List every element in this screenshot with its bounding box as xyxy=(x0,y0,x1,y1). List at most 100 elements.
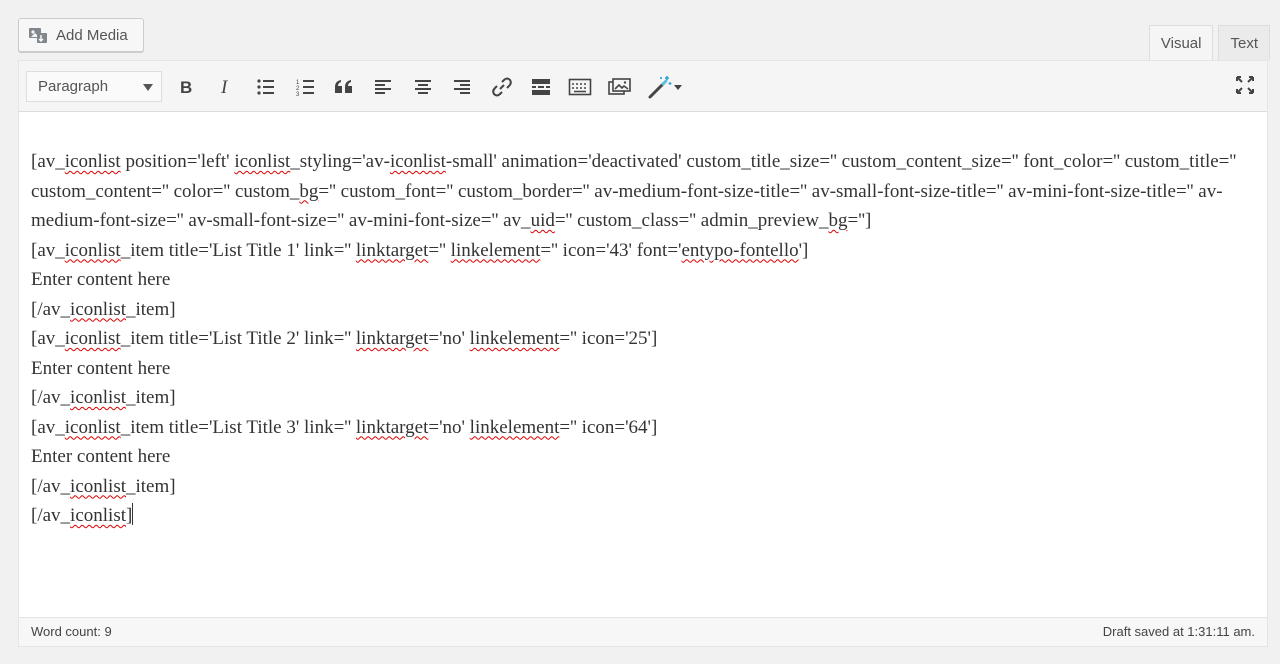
content-text: position='left' xyxy=(120,151,235,172)
content-line: [av_iconlist_item title='List Title 3' l… xyxy=(31,413,1253,443)
spellcheck-word: iconlist xyxy=(70,505,126,526)
content-text: [av_ xyxy=(31,239,65,261)
bulleted-list-button[interactable] xyxy=(252,73,280,101)
spellcheck-word: iconlist xyxy=(70,298,126,320)
text-cursor xyxy=(132,503,134,525)
align-right-icon xyxy=(452,77,472,97)
content-text: _item title='List Title 2' link='' xyxy=(120,328,356,349)
numbered-list-icon: 1 2 3 xyxy=(296,77,316,97)
tab-text[interactable]: Text xyxy=(1218,25,1270,60)
blockquote-icon xyxy=(333,77,355,97)
content-text: _item] xyxy=(126,298,176,320)
content-text: [av_ xyxy=(31,416,65,438)
content-text: ='no' xyxy=(428,416,470,438)
toolbar-toggle-icon xyxy=(568,77,592,97)
chevron-down-icon xyxy=(143,84,153,91)
read-more-button[interactable] xyxy=(527,73,555,101)
draft-saved-status: Draft saved at 1:31:11 am. xyxy=(1102,624,1255,639)
spellcheck-word: bg xyxy=(828,210,848,231)
content-text: ='no' xyxy=(428,328,470,349)
toolbar-toggle-button[interactable] xyxy=(566,73,594,101)
content-text: ='' icon='64'] xyxy=(559,416,658,438)
align-center-icon xyxy=(413,77,433,97)
magic-wand-button[interactable] xyxy=(643,73,687,101)
content-line: [av_iconlist_item title='List Title 1' l… xyxy=(31,236,1253,266)
align-right-button[interactable] xyxy=(448,73,476,101)
editor: Paragraph B I 1 2 3 [av_iconlist positio… xyxy=(18,60,1268,647)
svg-text:3: 3 xyxy=(296,92,300,97)
content-text: [/av_ xyxy=(31,298,71,320)
numbered-list-button[interactable]: 1 2 3 xyxy=(292,73,320,101)
content-text: _styling='av- xyxy=(290,151,390,172)
spellcheck-word: bg xyxy=(299,180,319,202)
spellcheck-word: iconlist xyxy=(234,151,291,172)
editor-tabs: Visual Text xyxy=(1148,25,1270,61)
magic-wand-icon xyxy=(647,74,673,100)
word-count: Word count: 9 xyxy=(31,624,112,639)
blockquote-button[interactable] xyxy=(330,73,358,101)
spellcheck-word: iconlist xyxy=(389,151,446,172)
content-text: ='' custom_class='' admin_preview_ xyxy=(554,210,829,231)
content-text: [av_ xyxy=(31,328,65,349)
spellcheck-word: uid xyxy=(530,210,555,231)
content-text: _item title='List Title 1' link='' xyxy=(120,239,356,261)
content-text: _item title='List Title 3' link='' xyxy=(120,416,356,438)
spellcheck-word: linktarget xyxy=(355,239,429,261)
spellcheck-word: entypo-fontello xyxy=(681,239,799,261)
content-text: [/av_ xyxy=(31,505,71,526)
spellcheck-word: linkelement xyxy=(469,416,560,438)
content-line: [/av_iconlist_item] xyxy=(31,383,1253,413)
content-text: ='' xyxy=(428,239,451,261)
format-select-value: Paragraph xyxy=(38,78,109,95)
add-media-icon xyxy=(28,26,50,44)
content-line: Enter content here xyxy=(31,265,1253,295)
content-text: =''] xyxy=(847,210,872,231)
link-button[interactable] xyxy=(488,73,516,101)
align-left-icon xyxy=(373,77,393,97)
fullscreen-button[interactable] xyxy=(1231,71,1259,99)
content-text: [av_ xyxy=(31,151,65,172)
italic-button[interactable]: I xyxy=(212,73,240,101)
svg-text:I: I xyxy=(220,77,229,97)
link-icon xyxy=(491,76,513,98)
content-line: [av_iconlist_item title='List Title 2' l… xyxy=(31,324,1253,354)
tab-visual[interactable]: Visual xyxy=(1148,25,1214,61)
spellcheck-word: iconlist xyxy=(70,475,126,497)
spellcheck-word: iconlist xyxy=(64,416,121,438)
editor-status-bar: Word count: 9 Draft saved at 1:31:11 am. xyxy=(19,617,1267,646)
content-text: ='' icon='25'] xyxy=(559,328,658,349)
spellcheck-word: linktarget xyxy=(355,416,429,438)
read-more-icon xyxy=(530,77,552,97)
spellcheck-word: linkelement xyxy=(469,328,560,349)
content-text: Enter content here xyxy=(31,446,171,467)
bold-icon: B xyxy=(176,77,196,97)
media-icon xyxy=(608,77,632,97)
add-media-button[interactable]: Add Media xyxy=(18,18,144,52)
content-text: [/av_ xyxy=(31,475,71,497)
content-line: [av_iconlist position='left' iconlist_st… xyxy=(31,147,1253,236)
format-select[interactable]: Paragraph xyxy=(26,71,162,102)
spellcheck-word: linkelement xyxy=(450,239,541,261)
content-text: Enter content here xyxy=(31,357,171,379)
content-text: '] xyxy=(798,239,809,261)
editor-content[interactable]: [av_iconlist position='left' iconlist_st… xyxy=(31,147,1253,531)
italic-icon: I xyxy=(216,77,236,97)
content-text: _item] xyxy=(126,387,176,408)
content-line: Enter content here xyxy=(31,442,1253,472)
bold-button[interactable]: B xyxy=(172,73,200,101)
align-left-button[interactable] xyxy=(369,73,397,101)
add-media-toolbar-button[interactable] xyxy=(606,73,634,101)
spellcheck-word: iconlist xyxy=(64,151,121,172)
content-line: [/av_iconlist] xyxy=(31,501,1253,531)
content-text: ='' icon='43' font=' xyxy=(540,239,682,261)
content-line: [/av_iconlist_item] xyxy=(31,472,1253,502)
bulleted-list-icon xyxy=(256,77,276,97)
svg-text:B: B xyxy=(180,78,192,97)
spellcheck-word: iconlist xyxy=(64,328,121,349)
spellcheck-word: iconlist xyxy=(64,239,121,261)
dropdown-arrow-icon xyxy=(673,83,683,91)
content-text: [/av_ xyxy=(31,387,71,408)
spellcheck-word: linktarget xyxy=(355,328,429,349)
align-center-button[interactable] xyxy=(409,73,437,101)
content-text: _item] xyxy=(126,475,176,497)
